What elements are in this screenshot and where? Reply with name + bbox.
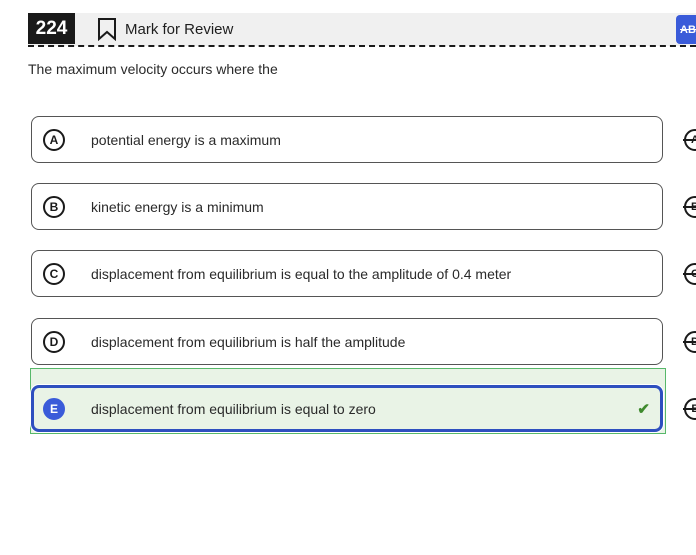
- header-divider: [28, 45, 696, 47]
- answer-choice-c[interactable]: C displacement from equilibrium is equal…: [31, 250, 663, 297]
- answer-eliminator-toggle-button[interactable]: ABC: [676, 15, 696, 44]
- question-text: The maximum velocity occurs where the: [28, 61, 278, 77]
- strikethrough-icon[interactable]: A: [683, 129, 696, 151]
- choice-letter-b: B: [43, 195, 65, 218]
- choice-letter-c: C: [43, 262, 65, 285]
- answer-choice-d[interactable]: D displacement from equilibrium is half …: [31, 318, 663, 365]
- mark-for-review-button[interactable]: Mark for Review: [97, 16, 233, 42]
- choice-text-a: potential energy is a maximum: [91, 131, 281, 148]
- strikethrough-icon[interactable]: E: [683, 398, 696, 420]
- strikethrough-icon[interactable]: D: [683, 331, 696, 353]
- choice-text-c: displacement from equilibrium is equal t…: [91, 265, 512, 282]
- strikethrough-icon[interactable]: C: [683, 263, 696, 285]
- strikethrough-icon[interactable]: B: [683, 196, 696, 218]
- choice-letter-e: E: [43, 397, 65, 420]
- question-number: 224: [28, 13, 75, 44]
- answer-choice-a[interactable]: A potential energy is a maximum: [31, 116, 663, 163]
- choice-letter-a: A: [43, 128, 65, 151]
- check-icon: ✔: [637, 400, 650, 418]
- answer-choice-b[interactable]: B kinetic energy is a minimum: [31, 183, 663, 230]
- choice-text-d: displacement from equilibrium is half th…: [91, 333, 406, 350]
- answer-choice-e[interactable]: E displacement from equilibrium is equal…: [31, 385, 663, 432]
- mark-for-review-label: Mark for Review: [125, 20, 234, 38]
- choice-text-b: kinetic energy is a minimum: [91, 198, 264, 215]
- bookmark-icon: [97, 17, 117, 41]
- choice-text-e: displacement from equilibrium is equal t…: [91, 400, 376, 417]
- choice-letter-d: D: [43, 330, 65, 353]
